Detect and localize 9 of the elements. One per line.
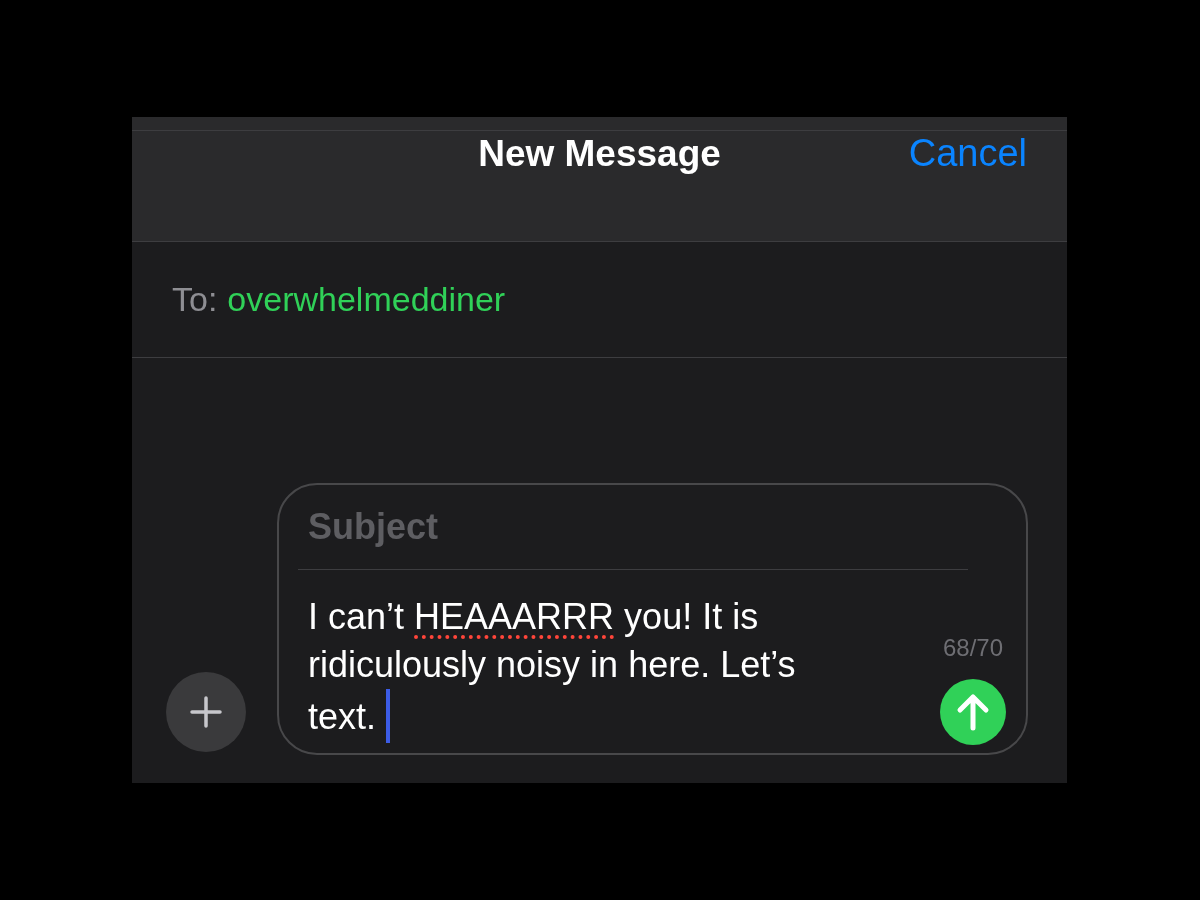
recipient-field[interactable]: overwhelmeddiner [227,280,506,319]
cancel-button[interactable]: Cancel [908,132,1027,175]
window-title: New Message [478,132,721,175]
plus-icon [190,696,222,728]
character-counter: 68/70 [942,634,1004,662]
subject-field[interactable]: Subject [308,505,948,549]
arrow-up-icon [956,693,990,731]
message-field[interactable]: I can’t HEAAARRR you! It is ridiculously noisy in here. Let’s text. [308,589,848,743]
to-label: To: [172,280,218,319]
